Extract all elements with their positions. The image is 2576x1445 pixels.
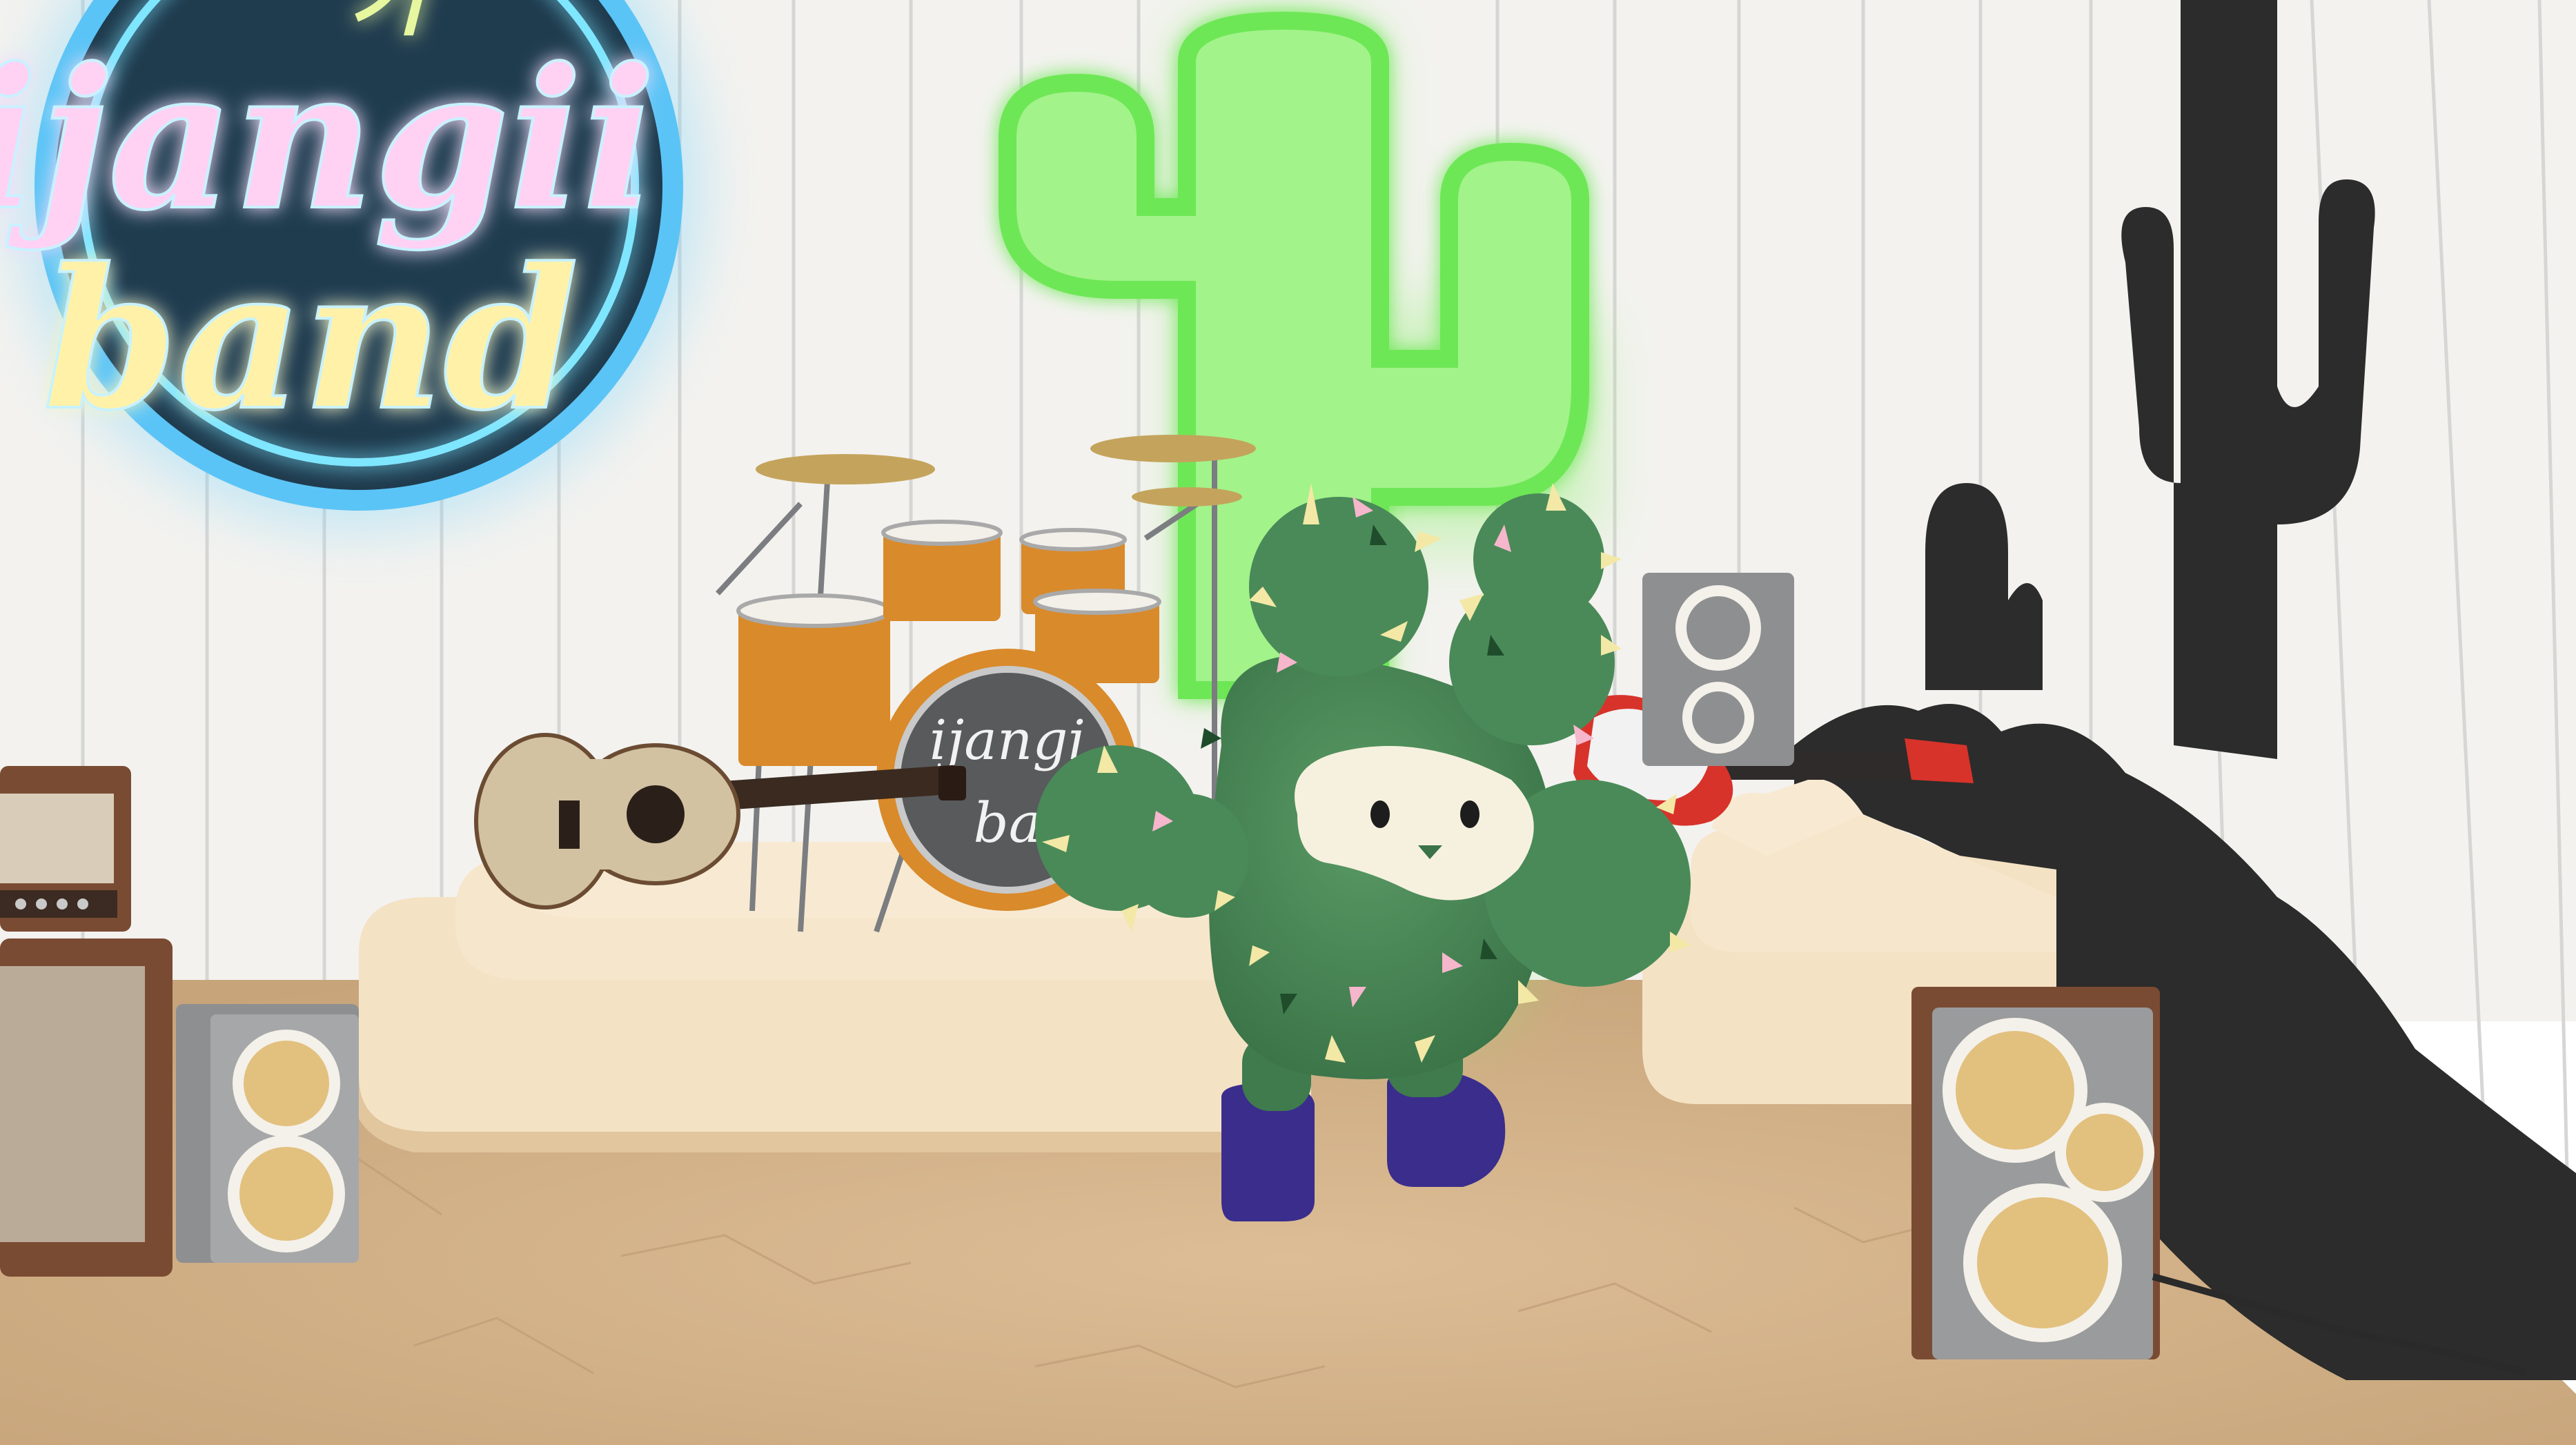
speaker-icon (1911, 987, 2160, 1359)
speaker-icon (176, 1004, 359, 1263)
neon-sign-line2: band (43, 226, 579, 453)
neon-sign-line1: ijangii (0, 26, 656, 253)
bass-drum-line2: ba (974, 791, 1042, 855)
stage-scene: 기 ijangii band (0, 0, 2576, 1445)
scene-canvas: 기 ijangii band (0, 0, 2576, 1445)
speaker-icon (1642, 573, 1794, 766)
bass-drum-line1: ijangi (930, 708, 1085, 772)
